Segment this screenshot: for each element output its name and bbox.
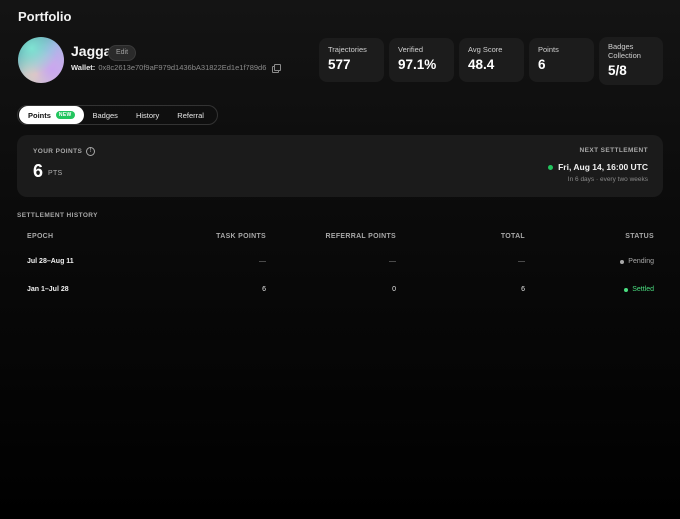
wallet-label: Wallet: [71,63,96,72]
cell-total: 6 [521,286,525,293]
tab-label: Points [28,110,51,120]
table-row: Jan 1–Jul 28 6 0 6 Settled [17,286,663,300]
cell-referral-points: — [389,258,396,265]
points-unit: PTS [48,170,63,177]
stat-value: 97.1% [398,57,437,72]
stat-value: 48.4 [468,57,495,72]
stat-label: Badges Collection [608,42,654,60]
status-badge: Pending [620,258,654,265]
stat-label: Points [538,45,559,54]
cell-epoch: Jan 1–Jul 28 [27,286,69,293]
stat-label: Verified [398,45,424,54]
settlement-date-text: Fri, Aug 14, 16:00 UTC [558,162,648,172]
column-referral-points: REFERRAL POINTS [325,233,396,240]
cell-epoch: Jul 28–Aug 11 [27,258,74,265]
wallet-address: 0x8c2613e70f9aF979d1436bA31822Ed1e1f789d… [98,63,267,72]
points-panel: YOUR POINTS ! 6 PTS NEXT SETTLEMENT Fri,… [17,135,663,197]
column-status: STATUS [625,233,654,240]
status-text: Settled [632,286,654,293]
settlement-history-heading: SETTLEMENT HISTORY [17,212,98,219]
stat-value: 577 [328,57,351,72]
page-title: Portfolio [18,9,72,24]
stat-value: 5/8 [608,63,627,78]
new-badge: NEW [55,111,75,119]
column-epoch: EPOCH [27,233,54,240]
wallet-row: Wallet: 0x8c2613e70f9aF979d1436bA31822Ed… [71,63,282,73]
status-dot-icon [620,259,625,264]
table-row: Jul 28–Aug 11 — — — Pending [17,258,663,272]
settlement-subtext: In 6 days · every two weeks [567,176,648,183]
stat-label-line2: Collection [608,51,641,60]
info-icon[interactable]: ! [86,147,96,156]
points-label: YOUR POINTS ! [33,147,96,156]
tab-points[interactable]: Points NEW [19,106,84,124]
tab-history[interactable]: History [127,106,168,124]
points-label-text: YOUR POINTS [33,148,83,155]
status-dot-icon [548,164,554,170]
status-dot-icon [624,287,629,292]
user-name: Jagga [71,43,112,59]
stat-card-points: Points 6 [529,38,594,82]
copy-icon[interactable] [272,63,282,73]
cell-total: — [518,258,525,265]
stat-label: Trajectories [328,45,367,54]
stat-label: Avg Score [468,45,503,54]
cell-task-points: 6 [262,286,266,293]
stat-card-trajectories: Trajectories 577 [319,38,384,82]
stat-card-verified: Verified 97.1% [389,38,454,82]
column-task-points: TASK POINTS [216,233,266,240]
stat-value: 6 [538,57,546,72]
stat-card-badges: Badges Collection 5/8 [599,37,663,85]
column-total: TOTAL [500,233,525,240]
next-settlement-date: Fri, Aug 14, 16:00 UTC [548,162,648,172]
stat-label-line1: Badges [608,42,634,51]
edit-button[interactable]: Edit [108,45,137,61]
avatar[interactable] [18,37,64,83]
status-text: Pending [628,258,654,265]
table-header: EPOCH TASK POINTS REFERRAL POINTS TOTAL … [17,233,663,247]
tab-badges[interactable]: Badges [84,106,127,124]
cell-task-points: — [259,258,266,265]
next-settlement-label: NEXT SETTLEMENT [579,147,648,154]
cell-referral-points: 0 [392,286,396,293]
tab-referral[interactable]: Referral [168,106,213,124]
tab-bar: Points NEW Badges History Referral [17,105,218,125]
points-value: 6 [33,161,44,181]
status-badge: Settled [624,286,654,293]
stat-card-avg-score: Avg Score 48.4 [459,38,524,82]
